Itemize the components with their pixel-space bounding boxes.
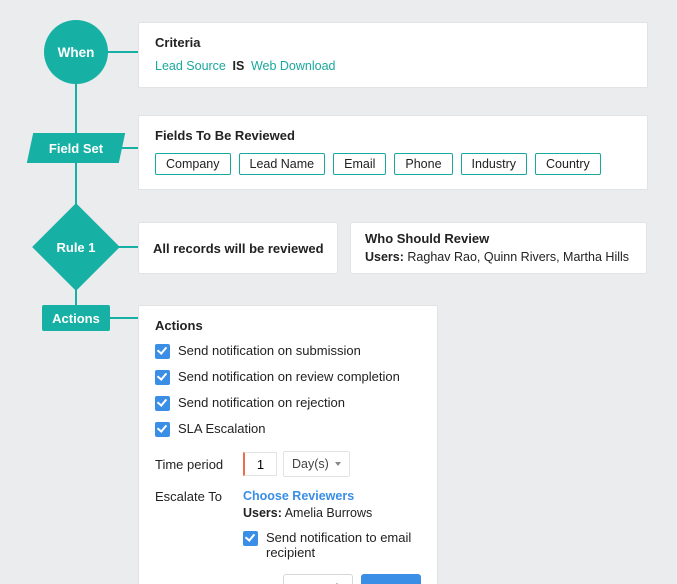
time-period-row: Time period Day(s): [155, 451, 421, 477]
criteria-op: IS: [233, 59, 245, 73]
fieldset-node: Field Set: [27, 133, 125, 163]
time-unit-select[interactable]: Day(s): [283, 451, 350, 477]
actions-card: Actions Send notification on submission …: [138, 305, 438, 584]
button-row: Cancel Save: [155, 574, 421, 584]
who-review-prefix: Users:: [365, 250, 404, 264]
when-node: When: [44, 20, 108, 84]
connector-line: [107, 51, 138, 53]
check-row-sla: SLA Escalation: [155, 421, 421, 437]
time-value-input[interactable]: [243, 452, 277, 476]
checkbox-submission[interactable]: [155, 344, 170, 359]
criteria-expression: Lead Source IS Web Download: [155, 58, 631, 73]
escalate-users-prefix: Users:: [243, 506, 282, 520]
escalate-label: Escalate To: [155, 489, 243, 560]
fields-row: Company Lead Name Email Phone Industry C…: [155, 153, 631, 175]
connector-line: [75, 82, 77, 133]
check-row-notify-email: Send notification to email recipient: [243, 530, 421, 560]
check-label: Send notification on review completion: [178, 369, 400, 384]
save-label: Save: [376, 581, 406, 584]
criteria-card: Criteria Lead Source IS Web Download: [138, 22, 648, 88]
connector-line: [110, 317, 138, 319]
checkbox-rejection[interactable]: [155, 396, 170, 411]
rule-node: Rule 1: [45, 216, 107, 278]
who-review-users: Users: Raghav Rao, Quinn Rivers, Martha …: [365, 250, 632, 264]
field-pill[interactable]: Lead Name: [239, 153, 326, 175]
check-label: SLA Escalation: [178, 421, 265, 436]
actions-title: Actions: [155, 318, 421, 333]
rule-label: Rule 1: [45, 216, 107, 278]
criteria-field[interactable]: Lead Source: [155, 59, 226, 73]
checkbox-notify-email[interactable]: [243, 531, 258, 546]
checkbox-sla[interactable]: [155, 422, 170, 437]
escalate-row: Escalate To Choose Reviewers Users: Amel…: [155, 489, 421, 560]
field-pill[interactable]: Email: [333, 153, 386, 175]
check-label: Send notification to email recipient: [266, 530, 421, 560]
who-review-card: Who Should Review Users: Raghav Rao, Qui…: [350, 222, 647, 274]
choose-reviewers-link[interactable]: Choose Reviewers: [243, 489, 421, 503]
actions-node: Actions: [42, 305, 110, 331]
check-label: Send notification on rejection: [178, 395, 345, 410]
who-review-title: Who Should Review: [365, 231, 632, 246]
check-row-submission: Send notification on submission: [155, 343, 421, 359]
field-pill[interactable]: Company: [155, 153, 231, 175]
check-row-completion: Send notification on review completion: [155, 369, 421, 385]
check-row-rejection: Send notification on rejection: [155, 395, 421, 411]
field-pill[interactable]: Country: [535, 153, 601, 175]
criteria-title: Criteria: [155, 35, 631, 50]
all-records-card: All records will be reviewed: [138, 222, 338, 274]
fields-card: Fields To Be Reviewed Company Lead Name …: [138, 115, 648, 190]
field-pill[interactable]: Industry: [461, 153, 527, 175]
escalate-users-names: Amelia Burrows: [285, 506, 373, 520]
who-review-names: Raghav Rao, Quinn Rivers, Martha Hills: [407, 250, 629, 264]
criteria-value[interactable]: Web Download: [251, 59, 336, 73]
check-label: Send notification on submission: [178, 343, 361, 358]
chevron-down-icon: [335, 462, 341, 466]
fields-title: Fields To Be Reviewed: [155, 128, 631, 143]
cancel-button[interactable]: Cancel: [283, 574, 353, 584]
time-period-label: Time period: [155, 457, 243, 472]
escalate-users: Users: Amelia Burrows: [243, 506, 421, 520]
checkbox-completion[interactable]: [155, 370, 170, 385]
actions-node-label: Actions: [52, 311, 100, 326]
fieldset-label: Field Set: [49, 141, 103, 156]
all-records-text: All records will be reviewed: [153, 241, 324, 256]
save-button[interactable]: Save: [361, 574, 421, 584]
when-label: When: [58, 45, 95, 60]
field-pill[interactable]: Phone: [394, 153, 452, 175]
time-unit-label: Day(s): [292, 457, 329, 471]
cancel-label: Cancel: [298, 581, 338, 584]
